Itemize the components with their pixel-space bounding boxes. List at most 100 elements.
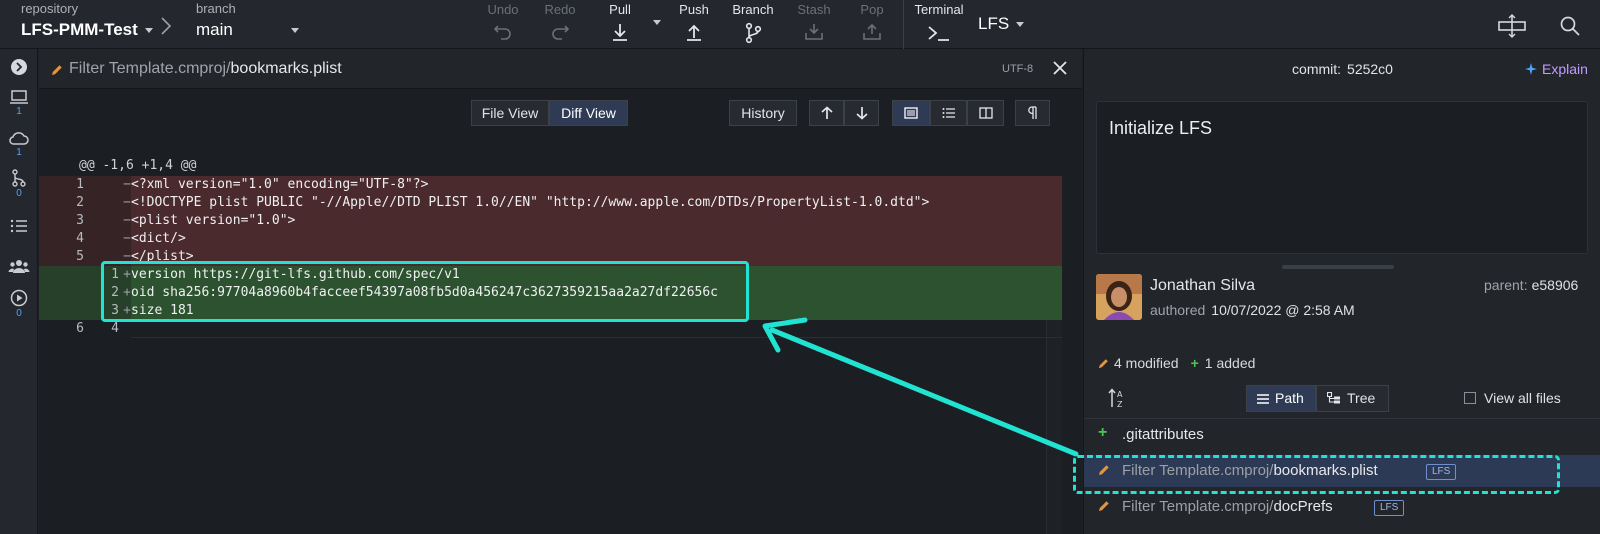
resize-handle[interactable]	[1282, 265, 1394, 269]
redo-button[interactable]: Redo	[542, 0, 578, 49]
pop-icon	[863, 23, 881, 40]
inline-view-button[interactable]	[930, 100, 967, 126]
push-icon	[687, 24, 701, 41]
svg-text:Z: Z	[1117, 400, 1123, 409]
list-icon	[10, 219, 27, 233]
old-line-number: 3	[76, 213, 84, 228]
stash-icon	[805, 24, 823, 40]
svg-text:A: A	[1117, 390, 1123, 399]
repo-label: repository	[21, 1, 79, 16]
explain-label: Explain	[1542, 61, 1588, 77]
view-all-files-checkbox[interactable]: View all files	[1464, 390, 1561, 406]
redo-icon	[552, 25, 570, 40]
diff-line-text: <?xml version="1.0" encoding="UTF-8"?>	[131, 177, 429, 192]
checkbox[interactable]	[1464, 392, 1476, 404]
tree-icon	[1326, 391, 1340, 404]
repo-selector[interactable]: LFS-PMM-Test	[21, 20, 153, 40]
file-list-item[interactable]: + .gitattributes	[1084, 419, 1600, 451]
terminal-button[interactable]: Terminal	[912, 0, 966, 49]
terminal-label: Terminal	[914, 2, 964, 17]
arrow-down-icon	[855, 107, 868, 120]
next-change-button[interactable]	[844, 100, 879, 126]
repo-name: LFS-PMM-Test	[21, 20, 138, 39]
chevron-right-circle-icon	[11, 59, 27, 75]
diff-line-text: <dict/>	[131, 231, 186, 246]
path-label: Path	[1275, 390, 1304, 406]
close-icon[interactable]	[1052, 60, 1068, 81]
file-view-button[interactable]: File View	[471, 100, 549, 126]
branch-button-label: Branch	[732, 2, 774, 17]
path-view-button[interactable]: Path	[1246, 385, 1316, 412]
search-icon[interactable]	[1559, 15, 1581, 42]
pull-options-icon[interactable]	[653, 20, 661, 25]
parent-sha[interactable]: e58906	[1532, 277, 1579, 293]
remotes-button[interactable]: 1	[0, 130, 38, 158]
authored-label: authored	[1150, 302, 1206, 318]
actions-button[interactable]: 0	[0, 289, 38, 319]
old-line-number: 2	[76, 195, 84, 210]
annotation-highlight-box	[101, 261, 749, 322]
branch-selector[interactable]: main	[196, 20, 233, 40]
diff-gutter	[39, 212, 131, 230]
pencil-icon	[1098, 499, 1110, 516]
commit-header: commit: 5252c0	[1084, 49, 1600, 89]
local-count: 1	[16, 106, 22, 117]
pop-button[interactable]: Pop	[854, 0, 890, 49]
terminal-icon	[928, 26, 949, 41]
commit-message-box[interactable]: Initialize LFS	[1096, 101, 1588, 254]
pull-icon	[613, 24, 627, 41]
file-path: Filter Template.cmproj/bookmarks.plist	[69, 60, 342, 78]
lfs-menu-label: LFS	[978, 14, 1010, 33]
sparkle-icon	[1525, 63, 1537, 75]
lfs-menu[interactable]: LFS	[978, 14, 1025, 34]
pull-requests-button[interactable]: 0	[0, 169, 38, 199]
chevron-down-icon[interactable]	[291, 28, 299, 33]
play-circle-icon	[10, 289, 28, 307]
explain-button[interactable]: Explain	[1524, 61, 1588, 77]
inline-view-icon	[942, 108, 955, 118]
diff-line-del: 4− <dict/>	[39, 230, 1082, 248]
team-button[interactable]	[0, 258, 38, 274]
diff-line-del: 1− <?xml version="1.0" encoding="UTF-8"?>	[39, 176, 1082, 194]
team-icon	[8, 260, 30, 273]
pencil-icon	[1098, 359, 1108, 369]
file-list-item[interactable]: Filter Template.cmproj/docPrefs LFS	[1084, 491, 1600, 523]
branch-button[interactable]: Branch	[730, 0, 776, 49]
encoding-label[interactable]: UTF-8	[1002, 63, 1033, 75]
top-toolbar: repository LFS-PMM-Test branch main Undo…	[0, 0, 1600, 49]
layout-toggle-icon[interactable]	[1496, 14, 1528, 43]
diff-view-button[interactable]: Diff View	[549, 100, 628, 126]
undo-button[interactable]: Undo	[485, 0, 521, 49]
previous-change-button[interactable]	[809, 100, 844, 126]
redo-label: Redo	[544, 2, 576, 17]
hunk-header: @@ -1,6 +1,4 @@	[79, 158, 197, 173]
push-button[interactable]: Push	[676, 0, 712, 49]
plus-icon: +	[1190, 355, 1199, 371]
pop-label: Pop	[860, 2, 884, 17]
arrow-up-icon	[820, 106, 833, 119]
branch-icon	[745, 22, 762, 44]
list-button[interactable]	[0, 219, 38, 233]
history-button[interactable]: History	[729, 100, 797, 126]
lfs-badge: LFS	[1374, 500, 1405, 516]
file-path-dir: Filter Template.cmproj/	[69, 60, 231, 77]
hunk-view-button[interactable]	[892, 100, 930, 126]
commit-sha[interactable]: 5252c0	[1347, 61, 1393, 77]
split-view-button[interactable]	[967, 100, 1004, 126]
old-line-number: 1	[76, 177, 84, 192]
file-name: .gitattributes	[1122, 426, 1204, 443]
file-name: docPrefs	[1273, 498, 1333, 515]
chevron-down-icon	[1016, 22, 1025, 28]
sort-icon[interactable]: AZ	[1108, 387, 1126, 414]
show-whitespace-button[interactable]	[1015, 100, 1050, 126]
diff-line-del: 3− <plist version="1.0">	[39, 212, 1082, 230]
commit-message: Initialize LFS	[1109, 118, 1213, 138]
stash-button[interactable]: Stash	[794, 0, 834, 49]
diff-line-background	[131, 230, 1062, 248]
context-line-background	[131, 320, 1062, 338]
chevron-down-icon	[144, 28, 153, 34]
expand-sidebar-button[interactable]	[0, 58, 38, 76]
tree-view-button[interactable]: Tree	[1316, 385, 1389, 412]
local-branches-button[interactable]: 1	[0, 89, 38, 117]
pull-button[interactable]: Pull	[602, 0, 638, 49]
